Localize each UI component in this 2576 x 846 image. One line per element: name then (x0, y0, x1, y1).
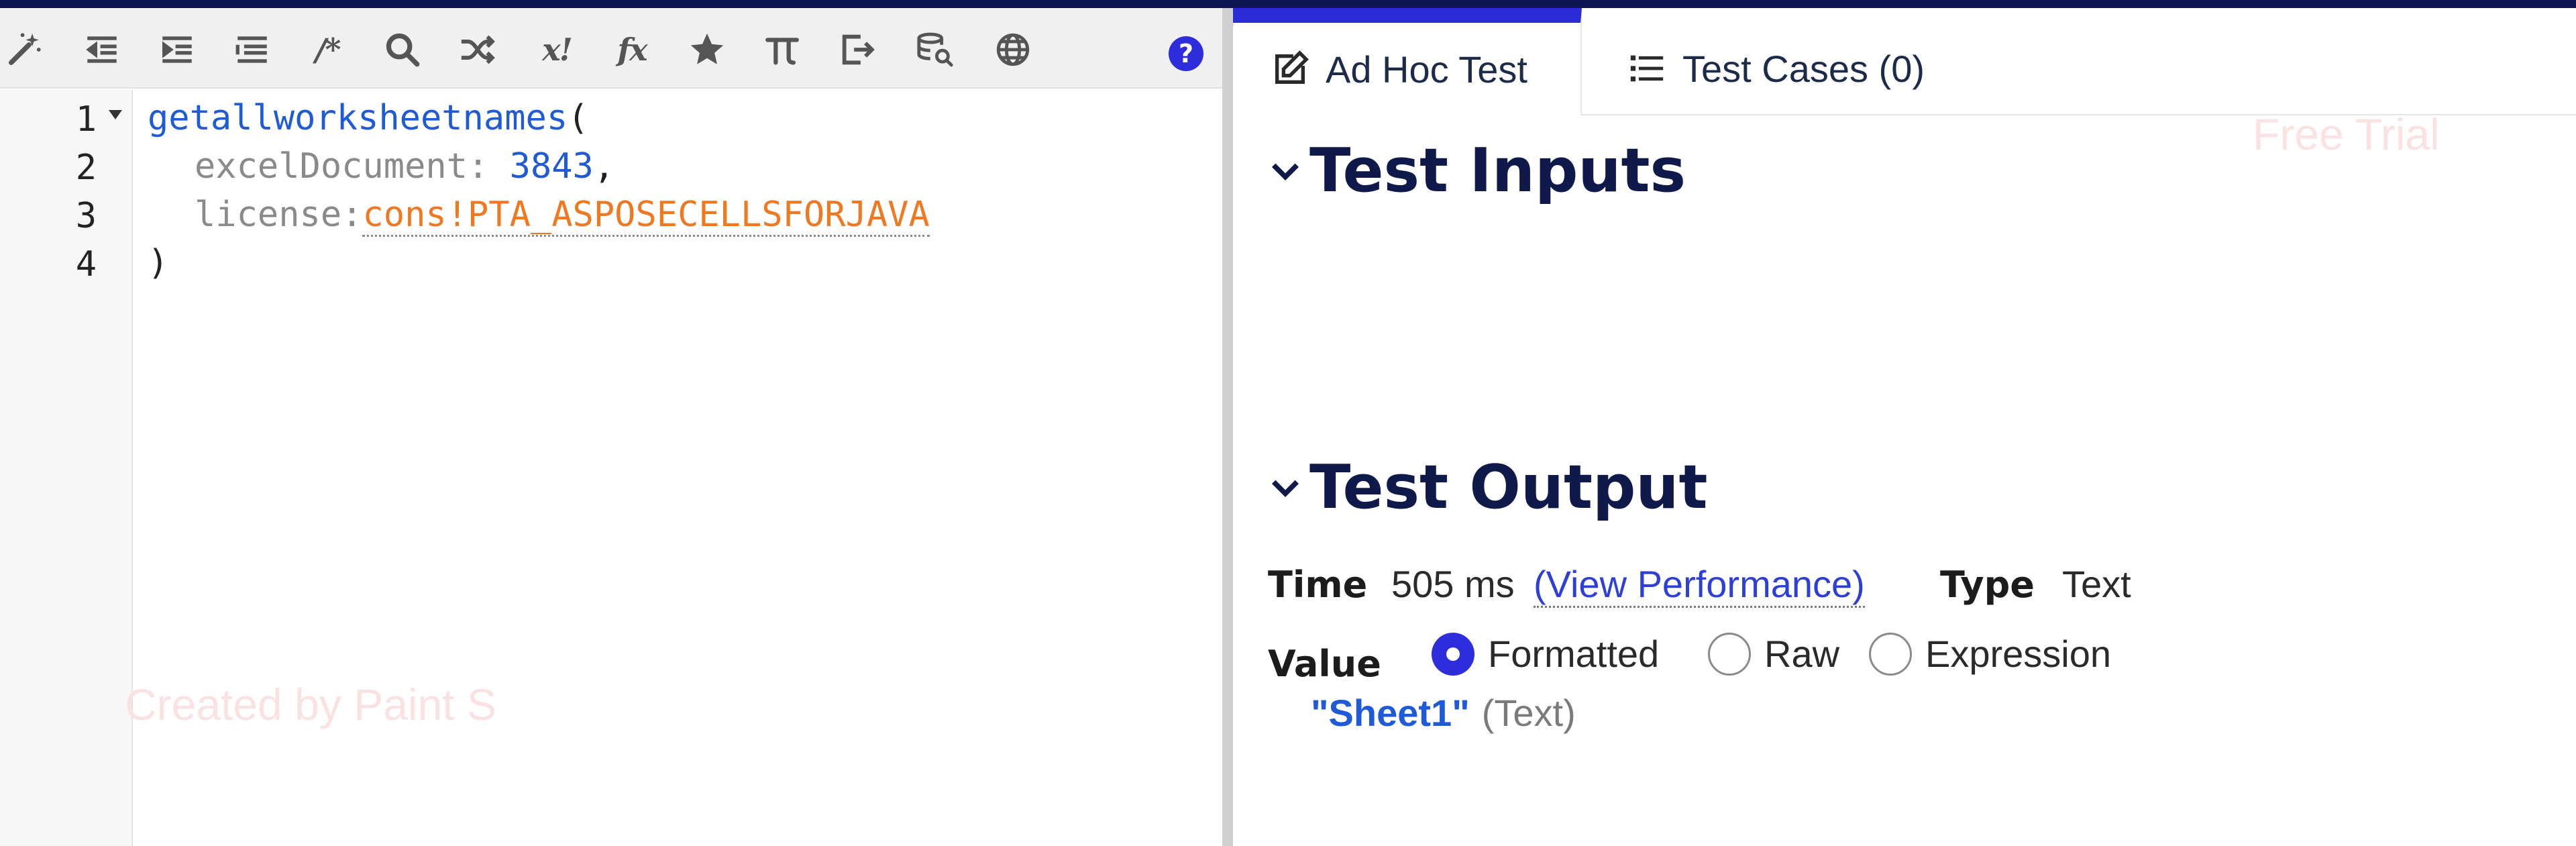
line-number-gutter: 1 2 3 4 (0, 90, 133, 846)
help-icon[interactable]: ? (1169, 36, 1203, 71)
radio-label: Raw (1764, 633, 1840, 675)
indent-icon[interactable] (156, 28, 199, 71)
param-value: 3843 (509, 146, 594, 187)
exclamation-icon[interactable]: x! (535, 28, 578, 71)
star-icon[interactable] (686, 28, 729, 71)
database-search-icon[interactable] (914, 28, 957, 71)
time-label: Time (1268, 564, 1368, 606)
result-string: "Sheet1" (1311, 692, 1470, 734)
time-value: 505 ms (1391, 563, 1515, 605)
section-title: Test Inputs (1309, 136, 1686, 206)
close-paren: ) (148, 243, 169, 283)
type-value: Text (2062, 563, 2131, 605)
search-icon[interactable] (381, 28, 424, 71)
editor-toolbar: /* x! fx ? (0, 8, 1222, 89)
code-line: license:cons!PTA_ASPOSECELLSFORJAVA (195, 191, 930, 239)
fold-arrow-icon[interactable] (109, 110, 122, 119)
comma: , (593, 146, 615, 187)
edit-icon (1275, 50, 1309, 84)
outdent-icon[interactable] (80, 28, 123, 71)
value-label: Value (1268, 643, 1381, 685)
radio-raw[interactable]: Raw (1708, 632, 1839, 676)
view-performance-link[interactable]: (View Performance) (1534, 562, 1865, 608)
pi-icon[interactable] (761, 28, 804, 71)
watermark-text: Created by Paint S (125, 680, 496, 729)
open-paren: ( (568, 98, 589, 138)
expression-editor: /* x! fx ? 1 2 3 4 getallworksheetnames(… (0, 8, 1222, 846)
test-tabs: Ad Hoc Test Test Cases (0) Free Trial (1233, 8, 2576, 159)
test-panel: Ad Hoc Test Test Cases (0) Free Trial Te… (1233, 8, 2576, 846)
param-separator: : (468, 146, 510, 187)
test-output-toggle[interactable]: Test Output (1268, 452, 1708, 523)
constant-reference[interactable]: cons!PTA_ASPOSECELLSFORJAVA (362, 195, 930, 237)
radio-label: Expression (1925, 633, 2112, 675)
param-separator: : (341, 195, 363, 235)
chevron-down-icon (1271, 480, 1299, 497)
line-number: 4 (75, 244, 97, 284)
function-icon[interactable]: fx (610, 28, 653, 71)
radio-button[interactable] (1869, 632, 1912, 676)
radio-button[interactable] (1708, 632, 1751, 676)
list-icon (1630, 55, 1664, 82)
tab-test-cases[interactable]: Test Cases (0) (1627, 8, 1925, 115)
list-icon[interactable] (231, 28, 274, 71)
magic-wand-icon[interactable] (3, 28, 46, 71)
section-title: Test Output (1309, 452, 1708, 523)
comment-icon[interactable]: /* (306, 28, 349, 71)
line-number: 3 (75, 196, 97, 236)
export-icon[interactable] (836, 28, 879, 71)
line-number: 1 (75, 99, 97, 140)
test-inputs-toggle[interactable]: Test Inputs (1268, 136, 1686, 206)
radio-expression[interactable]: Expression (1869, 632, 2111, 676)
watermark-text: Free Trial (2253, 109, 2440, 159)
param-key: excelDocument (195, 146, 468, 187)
code-line: getallworksheetnames( (148, 94, 588, 142)
chevron-down-icon (1271, 163, 1299, 180)
param-key: license (195, 195, 342, 235)
result-type: (Text) (1481, 692, 1576, 734)
tab-label: Ad Hoc Test (1326, 48, 1527, 91)
function-name: getallworksheetnames (148, 98, 568, 138)
window-top-bar (0, 0, 2576, 8)
tab-ad-hoc-test[interactable]: Ad Hoc Test (1233, 8, 1582, 115)
tab-label: Test Cases (0) (1682, 47, 1925, 90)
radio-button-selected[interactable] (1432, 632, 1474, 676)
line-number: 2 (75, 148, 97, 188)
shuffle-icon[interactable] (456, 28, 499, 71)
type-label: Type (1940, 564, 2035, 606)
radio-label: Formatted (1488, 633, 1660, 675)
code-line: excelDocument: 3843, (195, 142, 614, 191)
code-line: ) (148, 239, 168, 287)
result-value: "Sheet1" (Text) (1311, 691, 1576, 735)
radio-formatted[interactable]: Formatted (1432, 632, 1659, 676)
pane-splitter[interactable] (1222, 8, 1233, 846)
globe-icon[interactable] (991, 28, 1034, 71)
